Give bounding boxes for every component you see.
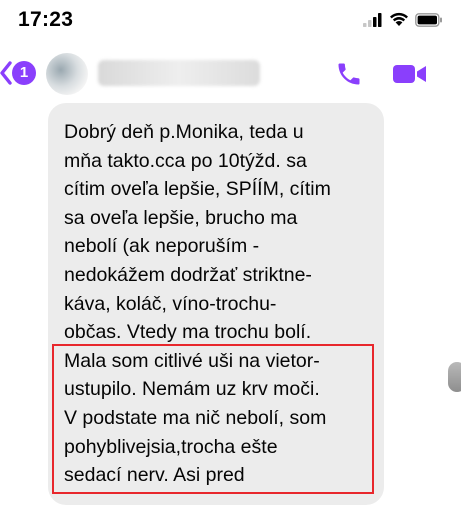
unread-badge[interactable]: 1 [12,61,36,85]
video-camera-icon[interactable] [392,62,428,86]
phone-icon[interactable] [335,60,363,88]
cellular-signal-icon [363,12,382,27]
avatar[interactable] [46,53,88,95]
status-time: 17:23 [18,8,74,31]
message-line: mňa takto.cca po 10týžd. sa [64,149,307,172]
message-line: pohyblivejsia,trocha ešte [64,435,278,458]
message-line: občas. Vtedy ma trochu bolí. [64,321,312,344]
message-line: nebolí (ak neporuším - [64,235,260,258]
status-icons [363,12,443,27]
message-line: cítim oveľa lepšie, SPÍÍM, cítim [64,178,331,201]
wifi-icon [390,12,408,26]
message-line: sa oveľa lepšie, brucho ma [64,206,298,229]
reaction-button-edge[interactable] [448,362,461,392]
message-line: V podstate ma nič nebolí, som [64,406,327,429]
chat-header: 1 [0,50,461,100]
message-line: nedokážem dodržať striktne- [64,263,312,286]
status-bar: 17:23 [0,0,461,44]
message-line: sedací nerv. Asi pred [64,464,245,487]
message-line: káva, koláč, víno-trochu- [64,292,277,315]
message-bubble[interactable]: Dobrý deň p.Monika, teda u mňa takto.cca… [48,103,384,505]
message-line: Dobrý deň p.Monika, teda u [64,121,304,143]
message-line: Mala som citlivé uši na vietor- [64,349,320,372]
message-line: ustupilo. Nemám uz krv moči. [64,378,320,401]
chat-screen: 17:23 1 Dobrý deň p.Monika, teda u mňa t… [0,0,461,528]
contact-name[interactable] [98,60,260,86]
battery-icon [415,12,442,27]
